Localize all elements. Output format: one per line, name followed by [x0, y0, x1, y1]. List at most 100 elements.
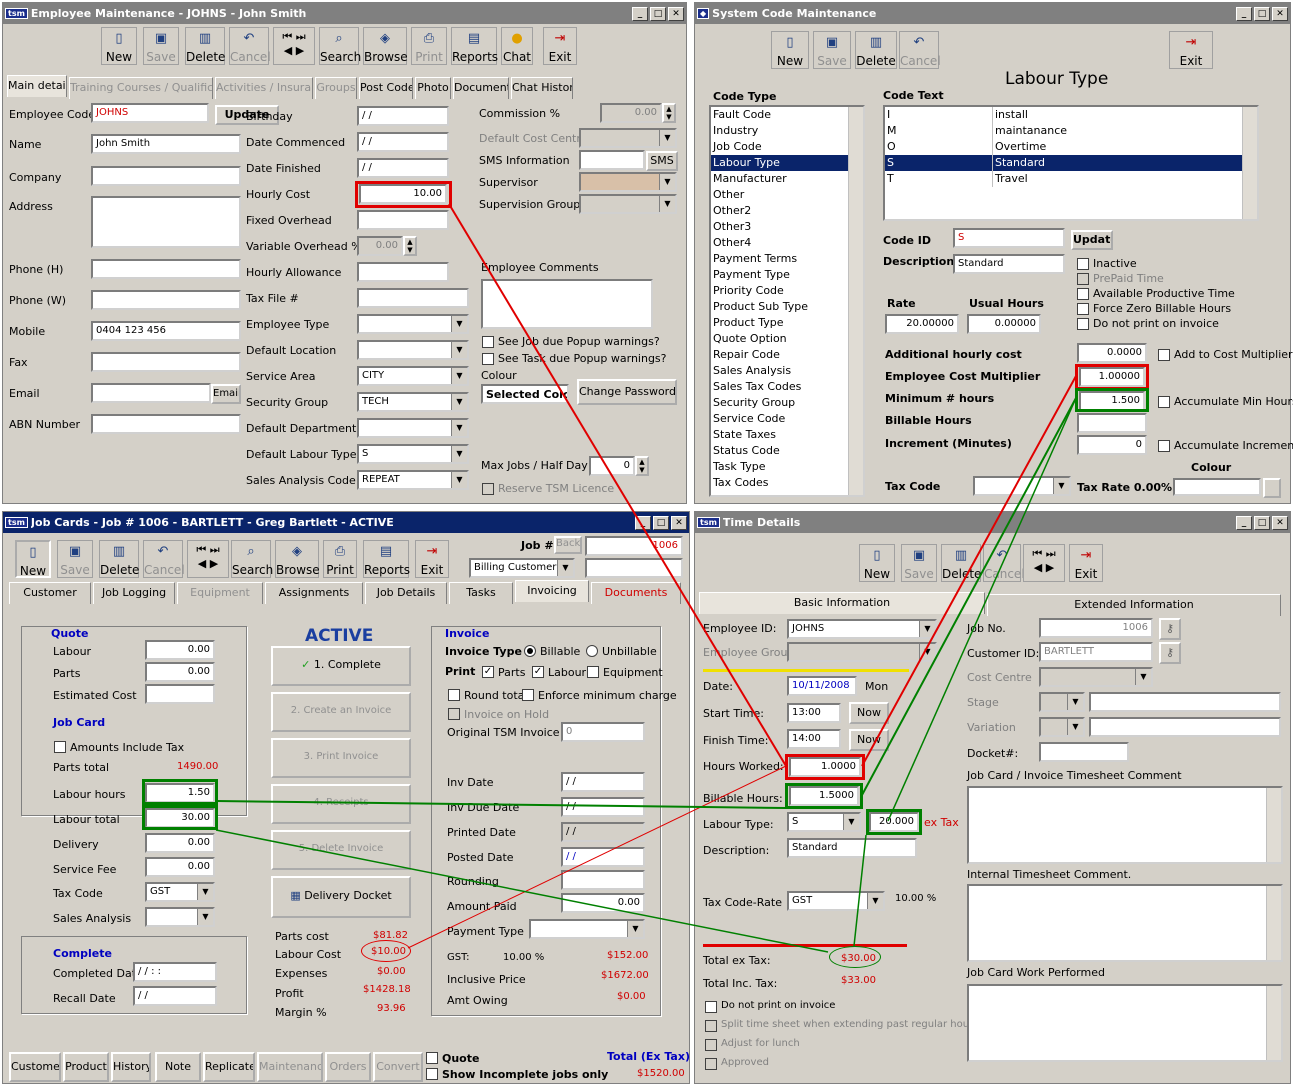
employee-group-select[interactable]: [787, 642, 937, 662]
do-not-print-checkbox[interactable]: [1077, 318, 1089, 330]
company-input[interactable]: [91, 166, 241, 186]
record-nav[interactable]: ⏮ ⏭ ◀ ▶: [273, 27, 315, 65]
reserve-licence-checkbox[interactable]: [482, 483, 494, 495]
fixed-overhead-input[interactable]: [357, 210, 449, 230]
variable-overhead-input[interactable]: 0.00: [357, 236, 403, 256]
colour-swatch[interactable]: [1173, 478, 1261, 496]
max-jobs-input[interactable]: 0: [589, 456, 635, 476]
code-type-item[interactable]: Priority Code: [711, 283, 863, 299]
print-labour-checkbox[interactable]: ✓: [532, 666, 544, 678]
increment-input[interactable]: 0: [1077, 435, 1147, 455]
create-invoice-button[interactable]: 2. Create an Invoice: [271, 692, 411, 732]
tab-equipment[interactable]: Equipment: [177, 582, 263, 604]
tab-training[interactable]: Training Courses / Qualifications: [69, 77, 213, 99]
tab-job-details[interactable]: Job Details: [365, 582, 447, 604]
finish-now-button[interactable]: Now: [849, 729, 889, 751]
prepaid-checkbox[interactable]: [1077, 273, 1089, 285]
code-row[interactable]: O Overtime: [885, 139, 1257, 155]
scrollbar[interactable]: [1266, 886, 1281, 960]
code-row[interactable]: S Standard: [885, 155, 1257, 171]
split-time-checkbox[interactable]: [705, 1020, 717, 1032]
service-area-select[interactable]: CITY: [357, 366, 469, 386]
maximize-icon[interactable]: □: [650, 6, 666, 21]
round-total-checkbox[interactable]: [448, 689, 460, 701]
code-type-item[interactable]: Quote Option: [711, 331, 863, 347]
tax-code-select[interactable]: GST: [787, 891, 885, 911]
employee-code-input[interactable]: JOHNS: [91, 103, 209, 123]
code-type-item[interactable]: Repair Code: [711, 347, 863, 363]
code-type-item[interactable]: Industry: [711, 123, 863, 139]
code-row[interactable]: T Travel: [885, 171, 1257, 187]
mobile-input[interactable]: 0404 123 456: [91, 321, 241, 341]
exit-button[interactable]: ⇥ Exit: [1169, 31, 1213, 69]
commission-input[interactable]: 0.00: [600, 103, 662, 123]
inactive-checkbox[interactable]: [1077, 258, 1089, 270]
selected-colour-swatch[interactable]: Selected Colour: [481, 384, 569, 404]
convert-button[interactable]: Convert: [373, 1052, 423, 1082]
customer-button[interactable]: Customer: [9, 1052, 61, 1082]
print-button[interactable]: ⎙ Print: [411, 27, 447, 65]
supervision-group-select[interactable]: [579, 194, 677, 214]
scrollbar[interactable]: [1266, 788, 1281, 862]
save-button[interactable]: ▣ Save: [901, 544, 937, 582]
job-lookup-button[interactable]: ⚷: [1159, 618, 1181, 640]
accumulate-increment-checkbox[interactable]: [1158, 440, 1170, 452]
tax-code-select[interactable]: GST: [145, 882, 215, 902]
cost-centre-select[interactable]: [1039, 667, 1153, 687]
unbillable-radio[interactable]: [586, 645, 598, 657]
code-type-item[interactable]: Security Group: [711, 395, 863, 411]
cancel-button[interactable]: ↶ Cancel: [899, 31, 941, 69]
exit-button[interactable]: ⇥ Exit: [1069, 544, 1103, 582]
save-button[interactable]: ▣ Save: [813, 31, 851, 69]
code-type-item[interactable]: Other4: [711, 235, 863, 251]
payment-type-select[interactable]: [529, 919, 645, 939]
maximize-icon[interactable]: □: [1254, 6, 1270, 21]
tax-code-select[interactable]: [973, 476, 1071, 496]
code-id-input[interactable]: S: [953, 228, 1065, 248]
exit-button[interactable]: ⇥ Exit: [415, 540, 449, 578]
code-type-item[interactable]: Other3: [711, 219, 863, 235]
scrollbar[interactable]: [1242, 107, 1257, 219]
print-button[interactable]: ⎙ Print: [323, 540, 357, 578]
billing-customer-input[interactable]: [585, 558, 683, 578]
code-type-item[interactable]: Product Sub Type: [711, 299, 863, 315]
change-password-button[interactable]: Change Password: [577, 379, 677, 405]
code-text-list[interactable]: Iinstall Mmaintanance O Overtime S Standard T T…: [883, 105, 1259, 221]
search-button[interactable]: ⌕ Search: [319, 27, 361, 65]
jobcard-comment-input[interactable]: [967, 786, 1283, 864]
finish-time-input[interactable]: 14:00: [787, 729, 841, 749]
date-finished-input[interactable]: / /: [357, 158, 449, 178]
inv-date-input[interactable]: / /: [561, 772, 645, 792]
first-record-icon[interactable]: ⏮ ⏭: [282, 30, 305, 43]
minimize-icon[interactable]: _: [632, 6, 648, 21]
complete-button[interactable]: ✓ 1. Complete: [271, 646, 411, 686]
usual-hours-input[interactable]: 0.00000: [967, 314, 1041, 334]
code-type-item[interactable]: Service Code: [711, 411, 863, 427]
phone-w-input[interactable]: [91, 290, 241, 310]
code-type-item[interactable]: Product Type: [711, 315, 863, 331]
rounding-input[interactable]: [561, 870, 645, 890]
amount-paid-input[interactable]: 0.00: [561, 893, 645, 913]
minimize-icon[interactable]: _: [1236, 6, 1252, 21]
delete-button[interactable]: ▥ Delete: [941, 544, 981, 582]
delete-invoice-button[interactable]: 5. Delete Invoice: [271, 830, 411, 870]
force-zero-checkbox[interactable]: [1077, 303, 1089, 315]
delivery-docket-button[interactable]: ▦ Delivery Docket: [271, 876, 411, 918]
close-icon[interactable]: ✕: [1272, 515, 1288, 530]
cancel-button[interactable]: ↶ Cancel: [229, 27, 271, 65]
sms-button[interactable]: SMS: [646, 151, 678, 171]
stage-input[interactable]: [1089, 692, 1281, 712]
delete-button[interactable]: ▥ Delete: [99, 540, 139, 578]
see-job-popup-checkbox[interactable]: [482, 336, 494, 348]
reports-button[interactable]: ▤ Reports: [451, 27, 498, 65]
print-equipment-checkbox[interactable]: [587, 666, 599, 678]
customer-lookup-button[interactable]: ⚷: [1159, 642, 1181, 664]
quote-checkbox[interactable]: [426, 1052, 438, 1064]
tab-documents[interactable]: Documents: [453, 77, 509, 99]
receipts-button[interactable]: 4. Receipts: [271, 784, 411, 824]
job-no-input[interactable]: 1006: [1039, 618, 1153, 638]
delivery-input[interactable]: 0.00: [145, 833, 215, 853]
variable-spinner[interactable]: ▲ ▼: [403, 236, 417, 256]
code-type-item[interactable]: Tax Codes: [711, 475, 863, 491]
code-type-item[interactable]: Manufacturer: [711, 171, 863, 187]
